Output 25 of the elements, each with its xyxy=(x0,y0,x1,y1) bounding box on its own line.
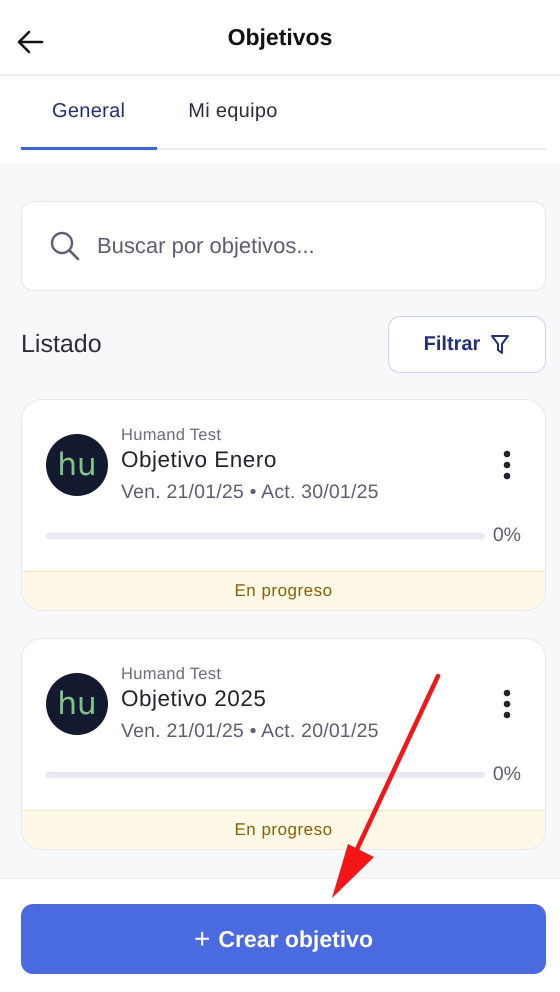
search-input[interactable]: Buscar por objetivos... xyxy=(97,233,525,259)
back-icon[interactable] xyxy=(16,29,44,55)
owner-name: Humand Test xyxy=(121,665,222,684)
tab[interactable]: Mi equipo xyxy=(157,76,310,150)
objective-dates: Ven. 21/01/25 • Act. 20/01/25 xyxy=(121,720,380,743)
progress-percent: 0% xyxy=(492,524,521,547)
objective-dates: Ven. 21/01/25 • Act. 30/01/25 xyxy=(121,481,380,504)
objective-title[interactable]: Objetivo 2025 xyxy=(121,686,490,712)
more-options-icon[interactable] xyxy=(503,689,511,719)
status-banner: En progreso xyxy=(22,571,545,610)
section-title: Listado xyxy=(21,330,102,359)
objective-title[interactable]: Objetivo Enero xyxy=(121,447,490,473)
create-objective-button[interactable]: + Crear objetivo xyxy=(21,904,546,974)
progress-percent: 0% xyxy=(492,763,521,786)
status-banner: En progreso xyxy=(22,810,545,849)
avatar: hu xyxy=(46,673,108,735)
owner-name: Humand Test xyxy=(121,426,222,445)
filter-icon xyxy=(490,334,510,356)
tab[interactable]: General xyxy=(21,76,158,150)
search-field[interactable]: Buscar por objetivos... xyxy=(21,201,546,291)
search-icon xyxy=(49,230,81,262)
avatar: hu xyxy=(46,434,108,496)
more-options-icon[interactable] xyxy=(503,450,511,480)
filter-button[interactable]: Filtrar xyxy=(388,316,546,373)
page-title: Objetivos xyxy=(228,24,332,50)
